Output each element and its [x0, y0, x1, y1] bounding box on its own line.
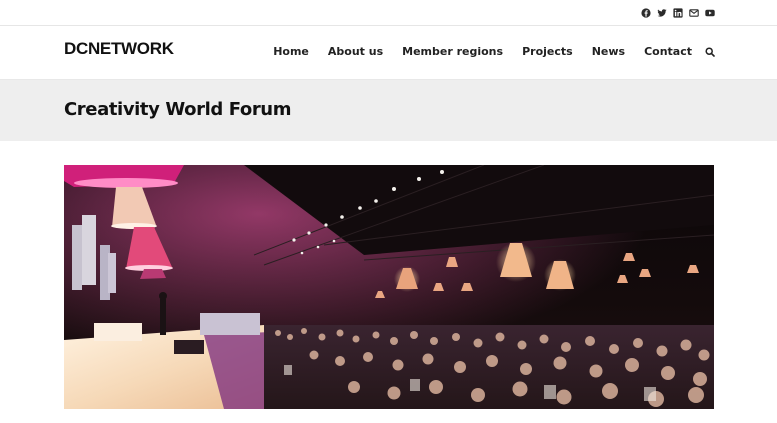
- youtube-icon[interactable]: [705, 8, 715, 18]
- twitter-icon[interactable]: [657, 8, 667, 18]
- social-links: [641, 8, 715, 18]
- site-header: DCNETWORK Home About us Member regions P…: [0, 27, 777, 80]
- nav-item-home[interactable]: Home: [273, 45, 309, 59]
- nav-item-contact[interactable]: Contact: [644, 45, 692, 59]
- nav-item-member-regions[interactable]: Member regions: [402, 45, 503, 59]
- page-title-band: Creativity World Forum: [0, 80, 777, 141]
- top-bar: [0, 0, 777, 26]
- nav-item-about-us[interactable]: About us: [328, 45, 383, 59]
- email-icon[interactable]: [689, 8, 699, 18]
- linkedin-icon[interactable]: [673, 8, 683, 18]
- conference-photo: [64, 165, 714, 409]
- main-nav: Home About us Member regions Projects Ne…: [273, 45, 715, 59]
- facebook-icon[interactable]: [641, 8, 651, 18]
- search-icon[interactable]: [705, 47, 715, 57]
- page-title: Creativity World Forum: [64, 99, 292, 120]
- hero-image: [64, 165, 714, 409]
- nav-item-news[interactable]: News: [592, 45, 625, 59]
- nav-item-projects[interactable]: Projects: [522, 45, 573, 59]
- site-logo[interactable]: DCNETWORK: [64, 40, 174, 58]
